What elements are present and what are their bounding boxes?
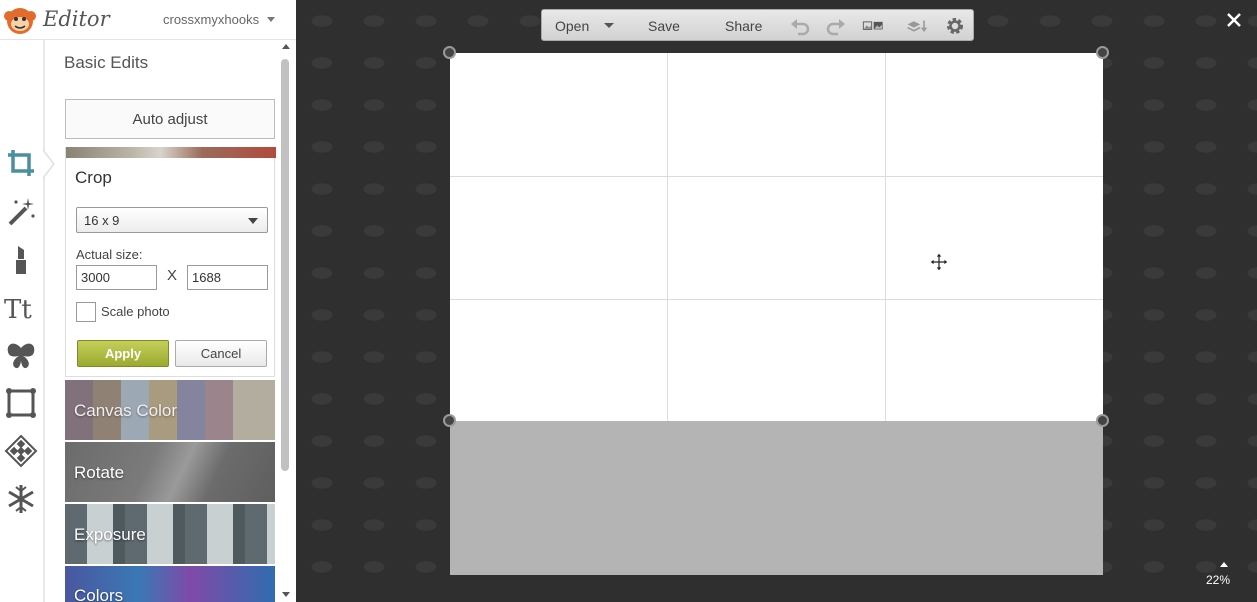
undo-icon[interactable] — [789, 16, 811, 36]
magic-wand-icon[interactable] — [4, 194, 38, 228]
app-header: Editor crossxmyxhooks — [0, 0, 296, 40]
crop-region[interactable] — [450, 53, 1103, 421]
size-separator: X — [167, 267, 178, 284]
crop-grid-line — [667, 53, 668, 421]
save-button[interactable]: Save — [648, 18, 680, 34]
close-icon[interactable] — [1224, 10, 1244, 30]
butterfly-icon[interactable] — [4, 338, 38, 372]
crop-icon[interactable] — [4, 146, 38, 180]
redo-icon[interactable] — [825, 16, 847, 36]
sidebar: Editor crossxmyxhooks Tt Basic Edits Aut… — [0, 0, 296, 602]
settings-icon[interactable] — [944, 16, 966, 36]
actual-size-label: Actual size: — [76, 247, 143, 262]
top-toolbar: Open Save Share — [541, 9, 974, 41]
scroll-up-icon[interactable] — [282, 44, 290, 49]
apply-button[interactable]: Apply — [77, 340, 169, 367]
svg-text:Tt: Tt — [4, 295, 32, 324]
lipstick-icon[interactable] — [4, 242, 38, 276]
scroll-down-icon[interactable] — [282, 592, 290, 597]
crop-handle-top-right[interactable] — [1096, 46, 1109, 59]
aspect-ratio-select[interactable]: 16 x 9 — [76, 207, 268, 233]
cancel-button[interactable]: Cancel — [175, 340, 267, 367]
compare-icon[interactable] — [862, 16, 894, 36]
crop-grid-line — [885, 53, 886, 421]
height-input[interactable] — [187, 265, 268, 290]
tool-label: Canvas Color — [74, 401, 177, 420]
crop-grid-line — [450, 299, 1103, 300]
crop-handle-bottom-left[interactable] — [443, 414, 456, 427]
tool-canvas-color[interactable]: Canvas Color — [65, 380, 275, 440]
chevron-down-icon — [248, 218, 258, 224]
crop-panel: Crop 16 x 9 Actual size: X Scale photo A… — [65, 147, 276, 377]
tool-colors[interactable]: Colors — [65, 566, 275, 602]
photo-canvas[interactable] — [443, 46, 1109, 575]
username-menu[interactable]: crossxmyxhooks — [163, 12, 259, 27]
layers-icon[interactable] — [906, 16, 934, 36]
scroll-thumb[interactable] — [281, 59, 289, 471]
auto-adjust-button[interactable]: Auto adjust — [65, 99, 275, 139]
tool-exposure[interactable]: Exposure — [65, 504, 275, 564]
tool-label: Exposure — [74, 525, 146, 544]
tool-label: Rotate — [74, 463, 125, 482]
crop-banner-image — [66, 147, 276, 158]
edit-panel: Basic Edits Auto adjust Crop 16 x 9 Actu… — [47, 40, 279, 602]
monkey-logo-icon[interactable] — [3, 4, 37, 36]
panel-scrollbar[interactable] — [280, 40, 292, 602]
text-icon[interactable]: Tt — [4, 290, 38, 325]
panel-title: Basic Edits — [64, 53, 149, 72]
chevron-down-icon[interactable] — [267, 17, 275, 22]
chevron-down-icon[interactable] — [604, 23, 614, 28]
snowflake-icon[interactable] — [4, 482, 38, 516]
crop-title: Crop — [75, 168, 112, 187]
zoom-expand-icon[interactable] — [1220, 562, 1228, 567]
tool-rotate[interactable]: Rotate — [65, 442, 275, 502]
tool-label: Colors — [74, 586, 124, 602]
app-name: Editor — [43, 7, 110, 31]
texture-icon[interactable] — [4, 434, 38, 468]
crop-handle-bottom-right[interactable] — [1096, 414, 1109, 427]
workspace: Open Save Share 22% — [296, 0, 1257, 602]
tool-category-rail: Tt — [0, 40, 55, 602]
open-button[interactable]: Open — [555, 18, 589, 34]
frame-icon[interactable] — [4, 386, 38, 420]
crop-handle-top-left[interactable] — [443, 46, 456, 59]
width-input[interactable] — [76, 265, 157, 290]
share-button[interactable]: Share — [725, 18, 762, 34]
scale-photo-label: Scale photo — [101, 304, 170, 319]
crop-grid-line — [450, 176, 1103, 177]
zoom-level[interactable]: 22% — [1206, 573, 1230, 587]
scale-photo-checkbox[interactable] — [76, 302, 96, 322]
aspect-ratio-value: 16 x 9 — [84, 213, 120, 228]
move-cursor-icon — [929, 252, 949, 272]
